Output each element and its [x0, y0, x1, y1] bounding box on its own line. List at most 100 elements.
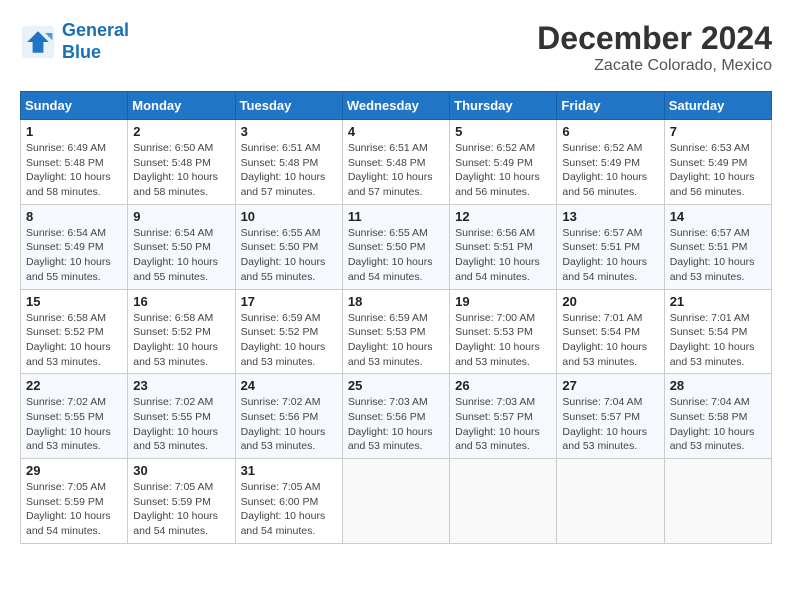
day-info: Sunrise: 6:57 AM Sunset: 5:51 PM Dayligh… — [562, 226, 658, 285]
day-info: Sunrise: 7:04 AM Sunset: 5:58 PM Dayligh… — [670, 395, 766, 454]
calendar-header: SundayMondayTuesdayWednesdayThursdayFrid… — [21, 92, 772, 120]
day-number: 20 — [562, 294, 658, 309]
day-info: Sunrise: 6:53 AM Sunset: 5:49 PM Dayligh… — [670, 141, 766, 200]
calendar-day-cell: 16 Sunrise: 6:58 AM Sunset: 5:52 PM Dayl… — [128, 289, 235, 374]
day-number: 14 — [670, 209, 766, 224]
calendar-day-cell: 6 Sunrise: 6:52 AM Sunset: 5:49 PM Dayli… — [557, 120, 664, 205]
calendar-header-cell: Tuesday — [235, 92, 342, 120]
day-number: 19 — [455, 294, 551, 309]
day-info: Sunrise: 7:03 AM Sunset: 5:56 PM Dayligh… — [348, 395, 444, 454]
day-info: Sunrise: 6:57 AM Sunset: 5:51 PM Dayligh… — [670, 226, 766, 285]
day-info: Sunrise: 7:01 AM Sunset: 5:54 PM Dayligh… — [670, 311, 766, 370]
calendar-day-cell — [450, 459, 557, 544]
calendar-day-cell: 18 Sunrise: 6:59 AM Sunset: 5:53 PM Dayl… — [342, 289, 449, 374]
calendar-day-cell: 25 Sunrise: 7:03 AM Sunset: 5:56 PM Dayl… — [342, 374, 449, 459]
calendar-day-cell: 15 Sunrise: 6:58 AM Sunset: 5:52 PM Dayl… — [21, 289, 128, 374]
calendar-day-cell: 22 Sunrise: 7:02 AM Sunset: 5:55 PM Dayl… — [21, 374, 128, 459]
calendar-day-cell: 7 Sunrise: 6:53 AM Sunset: 5:49 PM Dayli… — [664, 120, 771, 205]
day-number: 3 — [241, 124, 337, 139]
calendar-day-cell: 24 Sunrise: 7:02 AM Sunset: 5:56 PM Dayl… — [235, 374, 342, 459]
logo-line2: Blue — [62, 42, 101, 62]
calendar-day-cell: 31 Sunrise: 7:05 AM Sunset: 6:00 PM Dayl… — [235, 459, 342, 544]
day-info: Sunrise: 7:02 AM Sunset: 5:55 PM Dayligh… — [26, 395, 122, 454]
calendar-day-cell: 20 Sunrise: 7:01 AM Sunset: 5:54 PM Dayl… — [557, 289, 664, 374]
calendar-day-cell: 1 Sunrise: 6:49 AM Sunset: 5:48 PM Dayli… — [21, 120, 128, 205]
day-info: Sunrise: 6:59 AM Sunset: 5:52 PM Dayligh… — [241, 311, 337, 370]
day-number: 13 — [562, 209, 658, 224]
day-info: Sunrise: 6:52 AM Sunset: 5:49 PM Dayligh… — [562, 141, 658, 200]
title-block: December 2024 Zacate Colorado, Mexico — [537, 20, 772, 75]
day-info: Sunrise: 6:58 AM Sunset: 5:52 PM Dayligh… — [26, 311, 122, 370]
day-number: 8 — [26, 209, 122, 224]
calendar-day-cell: 30 Sunrise: 7:05 AM Sunset: 5:59 PM Dayl… — [128, 459, 235, 544]
day-info: Sunrise: 7:05 AM Sunset: 5:59 PM Dayligh… — [26, 480, 122, 539]
day-number: 12 — [455, 209, 551, 224]
calendar-header-cell: Sunday — [21, 92, 128, 120]
day-number: 24 — [241, 378, 337, 393]
day-info: Sunrise: 6:55 AM Sunset: 5:50 PM Dayligh… — [241, 226, 337, 285]
day-info: Sunrise: 6:54 AM Sunset: 5:50 PM Dayligh… — [133, 226, 229, 285]
calendar-day-cell: 3 Sunrise: 6:51 AM Sunset: 5:48 PM Dayli… — [235, 120, 342, 205]
day-number: 2 — [133, 124, 229, 139]
day-number: 31 — [241, 463, 337, 478]
calendar-day-cell: 12 Sunrise: 6:56 AM Sunset: 5:51 PM Dayl… — [450, 204, 557, 289]
calendar-day-cell: 2 Sunrise: 6:50 AM Sunset: 5:48 PM Dayli… — [128, 120, 235, 205]
calendar-day-cell: 11 Sunrise: 6:55 AM Sunset: 5:50 PM Dayl… — [342, 204, 449, 289]
day-number: 28 — [670, 378, 766, 393]
calendar-day-cell — [664, 459, 771, 544]
calendar-header-cell: Friday — [557, 92, 664, 120]
day-number: 27 — [562, 378, 658, 393]
calendar-header-cell: Saturday — [664, 92, 771, 120]
day-number: 16 — [133, 294, 229, 309]
logo: General Blue — [20, 20, 129, 63]
calendar-day-cell: 10 Sunrise: 6:55 AM Sunset: 5:50 PM Dayl… — [235, 204, 342, 289]
day-number: 29 — [26, 463, 122, 478]
day-info: Sunrise: 7:00 AM Sunset: 5:53 PM Dayligh… — [455, 311, 551, 370]
day-number: 6 — [562, 124, 658, 139]
day-number: 21 — [670, 294, 766, 309]
calendar-week-row: 22 Sunrise: 7:02 AM Sunset: 5:55 PM Dayl… — [21, 374, 772, 459]
calendar-day-cell: 29 Sunrise: 7:05 AM Sunset: 5:59 PM Dayl… — [21, 459, 128, 544]
day-info: Sunrise: 7:01 AM Sunset: 5:54 PM Dayligh… — [562, 311, 658, 370]
calendar-day-cell — [557, 459, 664, 544]
day-number: 11 — [348, 209, 444, 224]
calendar-day-cell: 26 Sunrise: 7:03 AM Sunset: 5:57 PM Dayl… — [450, 374, 557, 459]
calendar-day-cell: 19 Sunrise: 7:00 AM Sunset: 5:53 PM Dayl… — [450, 289, 557, 374]
day-info: Sunrise: 6:58 AM Sunset: 5:52 PM Dayligh… — [133, 311, 229, 370]
calendar-header-cell: Monday — [128, 92, 235, 120]
day-number: 4 — [348, 124, 444, 139]
day-info: Sunrise: 6:59 AM Sunset: 5:53 PM Dayligh… — [348, 311, 444, 370]
day-info: Sunrise: 7:04 AM Sunset: 5:57 PM Dayligh… — [562, 395, 658, 454]
day-info: Sunrise: 6:54 AM Sunset: 5:49 PM Dayligh… — [26, 226, 122, 285]
day-number: 10 — [241, 209, 337, 224]
day-info: Sunrise: 7:02 AM Sunset: 5:56 PM Dayligh… — [241, 395, 337, 454]
calendar-day-cell: 9 Sunrise: 6:54 AM Sunset: 5:50 PM Dayli… — [128, 204, 235, 289]
month-title: December 2024 — [537, 20, 772, 57]
day-number: 30 — [133, 463, 229, 478]
day-info: Sunrise: 6:51 AM Sunset: 5:48 PM Dayligh… — [241, 141, 337, 200]
calendar-day-cell: 23 Sunrise: 7:02 AM Sunset: 5:55 PM Dayl… — [128, 374, 235, 459]
calendar-header-cell: Wednesday — [342, 92, 449, 120]
day-number: 17 — [241, 294, 337, 309]
logo-icon — [20, 24, 56, 60]
day-number: 18 — [348, 294, 444, 309]
day-number: 25 — [348, 378, 444, 393]
day-info: Sunrise: 7:03 AM Sunset: 5:57 PM Dayligh… — [455, 395, 551, 454]
calendar-day-cell: 28 Sunrise: 7:04 AM Sunset: 5:58 PM Dayl… — [664, 374, 771, 459]
calendar-week-row: 29 Sunrise: 7:05 AM Sunset: 5:59 PM Dayl… — [21, 459, 772, 544]
day-info: Sunrise: 7:05 AM Sunset: 6:00 PM Dayligh… — [241, 480, 337, 539]
day-info: Sunrise: 6:56 AM Sunset: 5:51 PM Dayligh… — [455, 226, 551, 285]
day-number: 9 — [133, 209, 229, 224]
calendar-day-cell: 8 Sunrise: 6:54 AM Sunset: 5:49 PM Dayli… — [21, 204, 128, 289]
day-info: Sunrise: 7:05 AM Sunset: 5:59 PM Dayligh… — [133, 480, 229, 539]
day-info: Sunrise: 6:50 AM Sunset: 5:48 PM Dayligh… — [133, 141, 229, 200]
calendar-day-cell — [342, 459, 449, 544]
day-number: 22 — [26, 378, 122, 393]
calendar-day-cell: 17 Sunrise: 6:59 AM Sunset: 5:52 PM Dayl… — [235, 289, 342, 374]
location: Zacate Colorado, Mexico — [537, 57, 772, 75]
page-header: General Blue December 2024 Zacate Colora… — [20, 20, 772, 75]
day-info: Sunrise: 6:52 AM Sunset: 5:49 PM Dayligh… — [455, 141, 551, 200]
day-number: 7 — [670, 124, 766, 139]
calendar-day-cell: 5 Sunrise: 6:52 AM Sunset: 5:49 PM Dayli… — [450, 120, 557, 205]
day-info: Sunrise: 7:02 AM Sunset: 5:55 PM Dayligh… — [133, 395, 229, 454]
